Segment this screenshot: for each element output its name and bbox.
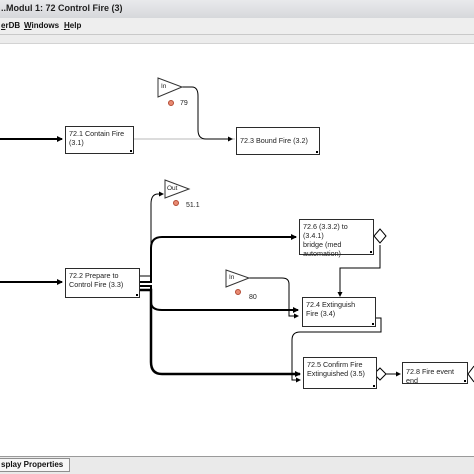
node-contain-fire-line-1: 72.1 Contain Fire	[69, 129, 125, 138]
node-extinguish-line-1: 72.4 Extinguish	[306, 300, 356, 309]
edge-prepare-confirm	[140, 288, 301, 377]
edge-in-top-bound	[182, 86, 233, 142]
node-bound-fire[interactable]: 72.3 Bound Fire (3.2)	[236, 127, 320, 155]
window-title: ..Modul 1: 72 Control Fire (3)	[1, 3, 123, 13]
node-bridge-line-1: 72.6 (3.3.2) to (3.4.1)	[303, 222, 348, 240]
end-edge-shape	[467, 365, 474, 383]
menu-item-windows[interactable]: Windows	[24, 21, 59, 30]
menu-item-erdb[interactable]: erDB	[1, 21, 20, 30]
node-bound-fire-line-1: 72.3 Bound Fire (3.2)	[240, 136, 308, 145]
toolbar-strip	[0, 35, 474, 44]
node-bridge-line-3: automation)	[303, 249, 341, 258]
menu-item-help[interactable]: Help	[64, 21, 81, 30]
in-top-marker-dot	[168, 100, 174, 106]
diagram-connections	[0, 77, 474, 383]
status-bar: splay Properties	[0, 457, 474, 474]
node-prepare-line-1: 72.2 Prepare to	[69, 271, 119, 280]
node-confirm-fire-extinguished[interactable]: 72.5 Confirm Fire Extinguished (3.5)	[303, 357, 377, 389]
node-extinguish-fire[interactable]: 72.4 Extinguish Fire (3.4)	[302, 297, 376, 327]
in-top-value: 79	[180, 100, 188, 107]
diagram-canvas[interactable]: In 79 Out 51.1 In 80 72.1 Contain Fire (…	[0, 44, 474, 457]
in-top-label: In	[161, 83, 167, 90]
out-label: Out	[167, 185, 178, 192]
out-value: 51.1	[186, 202, 200, 209]
display-properties-tab[interactable]: splay Properties	[0, 458, 71, 472]
node-fire-event-end-line-1: 72.8 Fire event end	[406, 367, 454, 385]
node-contain-fire[interactable]: 72.1 Contain Fire (3.1)	[65, 126, 134, 154]
node-bridge[interactable]: 72.6 (3.3.2) to (3.4.1) bridge (med auto…	[299, 219, 374, 258]
in-mid-value: 80	[249, 294, 257, 301]
node-bridge-line-2: bridge (med	[303, 240, 342, 249]
window-titlebar: ..Modul 1: 72 Control Fire (3)	[0, 0, 474, 19]
node-fire-event-end[interactable]: 72.8 Fire event end	[402, 362, 468, 385]
out-marker-dot	[173, 200, 179, 206]
node-confirm-line-2: Extinguished (3.5)	[307, 369, 365, 378]
bridge-decision-diamond	[373, 228, 387, 244]
edge-prepare-extinguish	[140, 285, 299, 313]
menu-bar: erDB Windows Help	[0, 18, 474, 35]
node-extinguish-line-2: Fire (3.4)	[306, 309, 336, 318]
in-mid-marker-dot	[235, 289, 241, 295]
node-confirm-line-1: 72.5 Confirm Fire	[307, 360, 363, 369]
edge-prepare-bridge	[140, 234, 297, 283]
node-prepare-line-2: Control Fire (3.3)	[69, 280, 124, 289]
node-contain-fire-line-2: (3.1)	[69, 138, 84, 147]
in-mid-label: In	[229, 274, 235, 281]
node-prepare-control-fire[interactable]: 72.2 Prepare to Control Fire (3.3)	[65, 268, 140, 298]
